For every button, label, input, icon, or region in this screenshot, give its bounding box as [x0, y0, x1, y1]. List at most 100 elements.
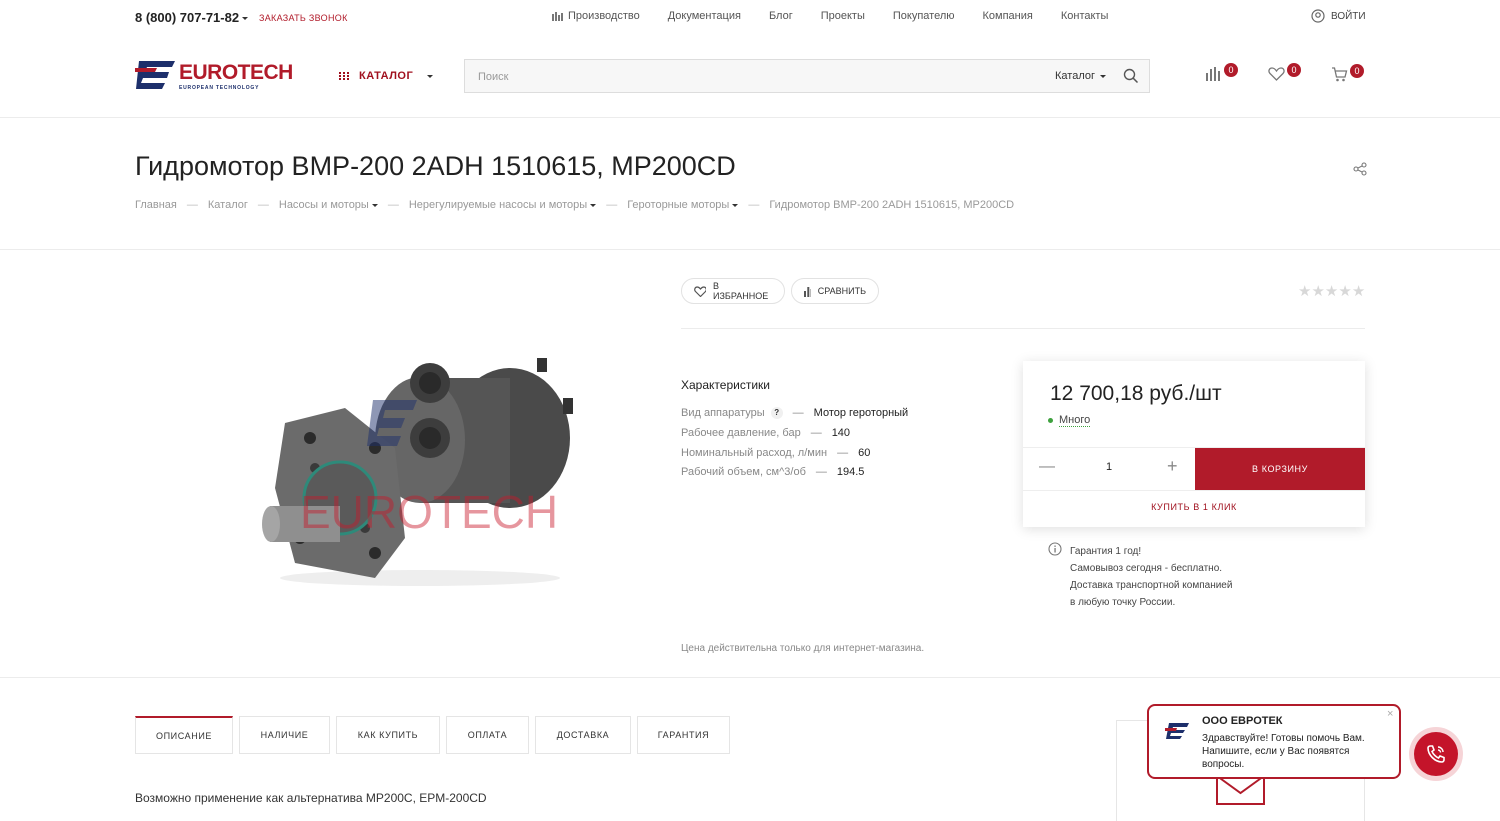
spec-separator: — [837, 447, 849, 459]
buy-one-click-button[interactable]: КУПИТЬ В 1 КЛИК [1023, 502, 1365, 512]
quantity-stepper: — 1 + В КОРЗИНУ [1023, 447, 1365, 491]
add-to-cart-button[interactable]: В КОРЗИНУ [1195, 448, 1365, 490]
tab-delivery[interactable]: ДОСТАВКА [535, 716, 631, 754]
tab-description[interactable]: ОПИСАНИЕ [135, 716, 233, 754]
info-line: Самовывоз сегодня - бесплатно. [1070, 563, 1223, 574]
spec-row: Номинальный расход, л/мин — 60 [681, 447, 870, 459]
spec-value: 140 [831, 427, 851, 439]
chevron-down-icon [242, 17, 249, 21]
spec-name: Рабочее давление, бар [681, 427, 801, 439]
nav-item-docs[interactable]: Документация [668, 10, 741, 22]
breadcrumb-gerotor[interactable]: Героторные моторы [627, 199, 739, 211]
tab-availability[interactable]: НАЛИЧИЕ [239, 716, 330, 754]
spec-name: Номинальный расход, л/мин [681, 447, 828, 459]
factory-icon [552, 12, 563, 21]
call-widget-button[interactable] [1409, 727, 1463, 781]
grid-icon [339, 71, 349, 80]
chevron-down-icon [371, 203, 378, 207]
nav-label: Производство [568, 10, 640, 22]
chat-popup[interactable]: ООО ЕВРОТЕК Здравствуйте! Готовы помочь … [1147, 704, 1401, 779]
chat-title: ООО ЕВРОТЕК [1202, 715, 1283, 727]
spec-separator: — [810, 427, 822, 439]
share-icon[interactable] [1353, 162, 1367, 176]
chat-logo-icon [1165, 723, 1189, 739]
compare-header-button[interactable]: 0 [1206, 63, 1238, 81]
spec-row: Рабочий объем, см^3/об — 194.5 [681, 466, 864, 478]
search-icon[interactable] [1123, 68, 1139, 84]
watermark-text: EUROTECH [300, 486, 558, 538]
stock-label[interactable]: Много [1059, 414, 1091, 427]
envelope-icon[interactable] [1216, 775, 1266, 805]
heart-icon [694, 285, 707, 297]
breadcrumb-home[interactable]: Главная [135, 199, 177, 211]
nav-item-production[interactable]: Производство [552, 10, 640, 22]
increase-quantity-button[interactable]: + [1167, 456, 1178, 477]
decrease-quantity-button[interactable]: — [1039, 458, 1055, 476]
search-bar: Поиск Каталог [464, 59, 1150, 93]
breadcrumb-separator: — [748, 199, 760, 211]
cart-count-badge: 0 [1350, 63, 1364, 78]
breadcrumb-catalog[interactable]: Каталог [208, 199, 248, 211]
nav-item-company[interactable]: Компания [983, 10, 1033, 22]
eurotech-logo: EUROTECH EUROPEAN TECHNOLOGY [135, 61, 293, 91]
breadcrumb-fixed-pumps[interactable]: Нерегулируемые насосы и моторы [409, 199, 597, 211]
breadcrumb-separator: — [257, 199, 269, 211]
star-icon[interactable]: ★ [1352, 283, 1365, 300]
stock-dot-icon [1048, 418, 1053, 423]
phone-number[interactable]: 8 (800) 707-71-82 [135, 10, 249, 25]
header-divider [0, 117, 1500, 118]
star-icon[interactable]: ★ [1325, 283, 1338, 300]
phone-text: 8 (800) 707-71-82 [135, 10, 240, 25]
star-icon[interactable]: ★ [1311, 283, 1324, 300]
nav-item-blog[interactable]: Блог [769, 10, 793, 22]
search-scope-label: Каталог [1055, 70, 1095, 82]
favorites-count-badge: 0 [1287, 63, 1301, 77]
rating-stars[interactable]: ★★★★★ [1298, 282, 1365, 300]
nav-item-projects[interactable]: Проекты [821, 10, 865, 22]
favorites-header-button[interactable]: 0 [1268, 63, 1301, 81]
product-image[interactable]: EUROTECH [255, 338, 585, 593]
spec-value: Мотор героторный [813, 407, 909, 419]
login-label: ВОЙТИ [1331, 10, 1366, 22]
login-button[interactable]: ВОЙТИ [1311, 9, 1366, 23]
star-icon[interactable]: ★ [1338, 283, 1351, 300]
spec-separator: — [792, 407, 804, 419]
product-price: 12 700,18 руб./шт [1050, 382, 1222, 405]
add-to-favorites-button[interactable]: В ИЗБРАННОЕ [681, 278, 785, 304]
actions-divider [681, 328, 1365, 329]
compare-chart-icon [1206, 67, 1220, 81]
site-logo[interactable]: EUROTECH EUROPEAN TECHNOLOGY [135, 58, 295, 94]
spec-name: Рабочий объем, см^3/об [681, 466, 806, 478]
nav-item-contacts[interactable]: Контакты [1061, 10, 1109, 22]
chevron-down-icon [732, 203, 739, 207]
nav-item-buyer[interactable]: Покупателю [893, 10, 955, 22]
search-scope-select[interactable]: Каталог [1055, 70, 1106, 82]
chat-message: Здравствуйте! Готовы помочь Вам. Напишит… [1202, 733, 1365, 770]
quantity-input[interactable]: 1 [1106, 461, 1112, 473]
spec-separator: — [815, 466, 827, 478]
tab-how-to-buy[interactable]: КАК КУПИТЬ [336, 716, 440, 754]
spec-row: Вид аппаратуры ? — Мотор героторный [681, 407, 908, 419]
phone-icon [1427, 745, 1445, 763]
chevron-down-icon [1100, 74, 1106, 78]
tab-warranty[interactable]: ГАРАНТИЯ [637, 716, 730, 754]
help-icon[interactable]: ? [770, 407, 783, 419]
breadcrumb-label: Насосы и моторы [278, 199, 369, 211]
info-line: Гарантия 1 год! [1070, 546, 1142, 557]
svg-text:EUROTECH: EUROTECH [179, 61, 293, 84]
breadcrumb-pumps[interactable]: Насосы и моторы [279, 199, 378, 211]
add-to-compare-button[interactable]: СРАВНИТЬ [791, 278, 879, 304]
close-icon[interactable]: × [1387, 708, 1393, 720]
delivery-info: Гарантия 1 год! Самовывоз сегодня - бесп… [1070, 543, 1232, 611]
spec-name: Вид аппаратуры [681, 407, 765, 419]
cart-header-button[interactable]: 0 [1331, 63, 1364, 82]
chevron-down-icon [427, 74, 434, 78]
favorites-label: В ИЗБРАННОЕ [713, 281, 769, 301]
search-input[interactable]: Поиск [478, 71, 508, 83]
callback-link[interactable]: ЗАКАЗАТЬ ЗВОНОК [259, 13, 348, 23]
star-icon[interactable]: ★ [1298, 283, 1311, 300]
compare-label: СРАВНИТЬ [817, 286, 866, 296]
product-divider [0, 677, 1500, 678]
tab-payment[interactable]: ОПЛАТА [446, 716, 529, 754]
catalog-menu-button[interactable]: КАТАЛОГ [339, 70, 434, 82]
